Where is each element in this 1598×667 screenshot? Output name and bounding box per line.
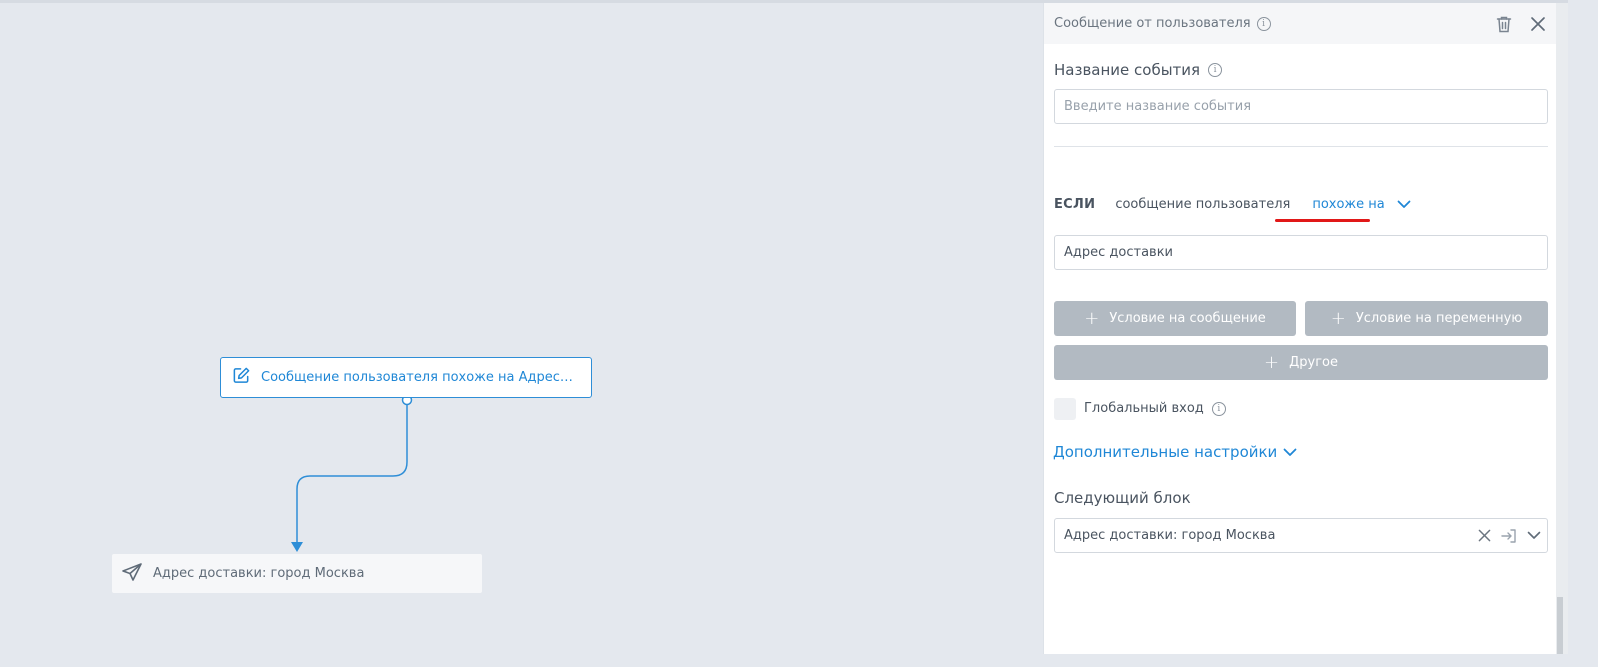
add-variable-condition-label: Условие на переменную xyxy=(1355,311,1523,326)
start-node[interactable]: Сообщение пользователя похоже на Адрес… xyxy=(220,357,592,398)
condition-if-label: ЕСЛИ xyxy=(1054,196,1096,212)
add-message-condition-button[interactable]: + Условие на сообщение xyxy=(1054,301,1296,336)
block-settings-panel: Сообщение от пользователя i Название соб… xyxy=(1043,3,1556,654)
panel-header: Сообщение от пользователя i xyxy=(1044,3,1556,44)
next-block-label: Следующий блок xyxy=(1054,489,1191,507)
global-entry-checkbox[interactable] xyxy=(1054,398,1076,420)
start-node-label: Сообщение пользователя похоже на Адрес… xyxy=(261,370,573,385)
divider xyxy=(1054,146,1548,147)
chevron-down-icon xyxy=(1283,448,1297,456)
scrollbar-thumb[interactable] xyxy=(1557,597,1563,654)
next-block-value: Адрес доставки: город Москва xyxy=(1064,528,1276,543)
next-block-select[interactable]: Адрес доставки: город Москва xyxy=(1054,518,1548,553)
global-entry-label-text: Глобальный вход xyxy=(1084,401,1204,416)
info-icon[interactable]: i xyxy=(1211,401,1226,416)
end-node-label: Адрес доставки: город Москва xyxy=(153,566,365,581)
other-button-label: Другое xyxy=(1289,355,1338,370)
info-icon[interactable]: i xyxy=(1208,63,1223,77)
highlight-underline xyxy=(1275,219,1370,222)
chevron-down-icon xyxy=(1397,200,1411,208)
chevron-down-icon xyxy=(1527,531,1541,539)
condition-row: ЕСЛИ сообщение пользователя похоже на xyxy=(1054,194,1411,214)
advanced-settings-toggle[interactable]: Дополнительные настройки xyxy=(1053,443,1297,461)
info-icon[interactable]: i xyxy=(1256,16,1271,31)
add-message-condition-label: Условие на сообщение xyxy=(1109,311,1266,326)
flow-canvas[interactable]: Сообщение пользователя похоже на Адрес… … xyxy=(0,0,1043,654)
global-entry-label: Глобальный вход i xyxy=(1084,401,1226,416)
dropdown-toggle[interactable] xyxy=(1527,531,1541,540)
trash-icon xyxy=(1496,16,1512,32)
condition-operator-dropdown[interactable]: похоже на xyxy=(1312,196,1411,212)
event-name-input[interactable] xyxy=(1054,89,1548,124)
condition-subject[interactable]: сообщение пользователя xyxy=(1115,197,1290,212)
event-name-label: Название события i xyxy=(1054,61,1223,79)
clear-button[interactable] xyxy=(1478,529,1491,542)
close-button[interactable] xyxy=(1530,16,1546,32)
condition-value-input[interactable] xyxy=(1054,235,1548,270)
delete-button[interactable] xyxy=(1496,15,1512,33)
send-icon xyxy=(121,562,143,586)
plus-icon: + xyxy=(1330,308,1346,329)
next-block-label-text: Следующий блок xyxy=(1054,489,1191,507)
close-icon xyxy=(1478,529,1491,542)
event-name-label-text: Название события xyxy=(1054,61,1201,79)
plus-icon: + xyxy=(1264,352,1280,373)
add-variable-condition-button[interactable]: + Условие на переменную xyxy=(1305,301,1548,336)
enter-icon xyxy=(1501,528,1516,543)
end-node[interactable]: Адрес доставки: город Москва xyxy=(112,554,482,593)
advanced-settings-label: Дополнительные настройки xyxy=(1053,443,1278,461)
panel-scrollbar[interactable] xyxy=(1556,3,1568,654)
edit-icon xyxy=(232,366,251,389)
panel-title: Сообщение от пользователя xyxy=(1054,16,1251,31)
plus-icon: + xyxy=(1084,308,1100,329)
go-to-block-button[interactable] xyxy=(1501,528,1517,543)
close-icon xyxy=(1531,16,1545,31)
condition-operator-value: похоже на xyxy=(1312,196,1385,212)
other-button[interactable]: + Другое xyxy=(1054,345,1548,380)
